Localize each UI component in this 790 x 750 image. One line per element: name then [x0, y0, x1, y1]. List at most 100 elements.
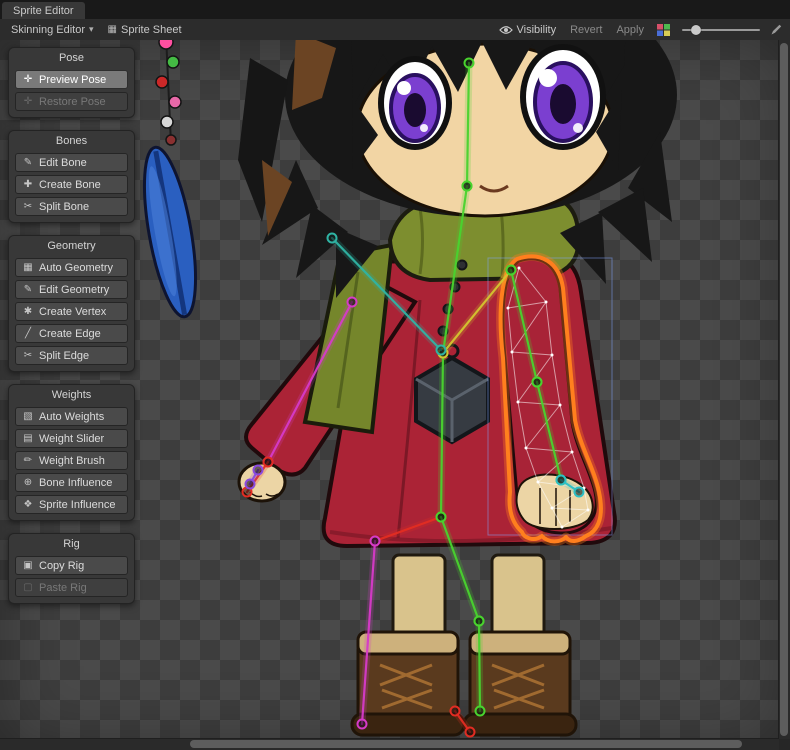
auto-geometry-button[interactable]: ▦ Auto Geometry: [15, 258, 128, 277]
scrollbar-corner: [779, 739, 790, 750]
copy-rig-icon: ▣: [22, 560, 34, 571]
auto-geometry-icon: ▦: [22, 262, 34, 273]
chevron-down-icon: ▾: [89, 24, 94, 35]
tool-label: Weight Brush: [39, 455, 105, 467]
panel-title: Geometry: [15, 238, 128, 255]
bone-leg-left[interactable]: [358, 537, 380, 729]
bone-thigh-right[interactable]: [437, 513, 484, 626]
skinning-editor-dropdown[interactable]: Skinning Editor ▾: [4, 19, 101, 40]
auto-weights-icon: ▧: [22, 411, 34, 422]
split-edge-button[interactable]: ✂ Split Edge: [15, 346, 128, 365]
paste-rig-icon: ▢: [22, 582, 34, 593]
split-bone-icon: ✂: [22, 201, 34, 212]
revert-label: Revert: [570, 24, 602, 36]
panel-rig: Rig ▣ Copy Rig ▢Paste Rig: [8, 533, 135, 604]
sprite-editor-window: Sprite Editor Skinning Editor ▾ ▦ Sprite…: [0, 0, 790, 750]
panel-weights: Weights ▧ Auto Weights ▤ Weight Slider ✏ Weigh…: [8, 384, 135, 521]
apply-button[interactable]: Apply: [609, 19, 651, 40]
panel-geometry: Geometry ▦ Auto Geometry ✎ Edit Geometry ✱ Cre…: [8, 235, 135, 372]
revert-button[interactable]: Revert: [563, 19, 609, 40]
edit-bone-button[interactable]: ✎ Edit Bone: [15, 153, 128, 172]
tool-label: Restore Pose: [39, 96, 106, 108]
skinning-editor-label: Skinning Editor: [11, 24, 85, 36]
sprite-influence-icon: ❖: [22, 499, 34, 510]
tool-panels: Pose ✛ Preview Pose ✛ Restore Pose Bones ✎ Edit…: [8, 47, 135, 604]
panel-title: Rig: [15, 536, 128, 553]
tool-label: Weight Slider: [39, 433, 104, 445]
eye-icon: [499, 25, 513, 35]
weight-brush-icon: ✏: [22, 455, 34, 466]
create-bone-button[interactable]: ✚ Create Bone: [15, 175, 128, 194]
bone-spine-upper[interactable]: [439, 182, 472, 358]
split-edge-icon: ✂: [22, 350, 34, 361]
tool-label: Create Edge: [39, 328, 101, 340]
visibility-label: Visibility: [517, 24, 557, 36]
pencil-icon[interactable]: [770, 24, 782, 36]
tool-label: Edit Geometry: [39, 284, 109, 296]
preview-pose-icon: ✛: [22, 74, 34, 85]
panel-pose: Pose ✛ Preview Pose ✛ Restore Pose: [8, 47, 135, 118]
vertical-scrollbar[interactable]: [778, 40, 790, 739]
restore-pose-button: ✛ Restore Pose: [15, 92, 128, 111]
visibility-toggle[interactable]: Visibility: [492, 19, 564, 40]
bone-hand-right[interactable]: [557, 476, 584, 497]
edit-bone-icon: ✎: [22, 157, 34, 168]
color-mode-icon[interactable]: [657, 24, 670, 36]
panel-title: Weights: [15, 387, 128, 404]
bone-spine-lower[interactable]: [437, 349, 448, 522]
copy-rig-button[interactable]: ▣ Copy Rig: [15, 556, 128, 575]
panel-bones: Bones ✎ Edit Bone ✚ Create Bone ✂ Split Bone: [8, 130, 135, 223]
create-edge-icon: ╱: [22, 328, 34, 339]
tool-label: Create Bone: [39, 179, 101, 191]
horizontal-scrollbar-thumb[interactable]: [190, 740, 742, 748]
sprite-influence-button[interactable]: ❖Sprite Influence: [15, 495, 128, 514]
zoom-slider-knob[interactable]: [691, 25, 701, 35]
preview-pose-button[interactable]: ✛ Preview Pose: [15, 70, 128, 89]
auto-weights-button[interactable]: ▧ Auto Weights: [15, 407, 128, 426]
apply-label: Apply: [616, 24, 644, 36]
edit-geometry-button[interactable]: ✎ Edit Geometry: [15, 280, 128, 299]
canvas-viewport[interactable]: Pose ✛ Preview Pose ✛ Restore Pose Bones ✎ Edit…: [0, 40, 790, 750]
sprite-sheet-button[interactable]: ▦ Sprite Sheet: [101, 19, 189, 40]
tool-label: Bone Influence: [39, 477, 112, 489]
bone-shin-right[interactable]: [475, 617, 485, 716]
panel-title: Bones: [15, 133, 128, 150]
sprite-sheet-label: Sprite Sheet: [121, 24, 182, 36]
tool-label: Split Edge: [39, 350, 89, 362]
create-edge-button[interactable]: ╱ Create Edge: [15, 324, 128, 343]
paste-rig-button: ▢Paste Rig: [15, 578, 128, 597]
tool-label: Auto Weights: [39, 411, 104, 423]
vertical-scrollbar-thumb[interactable]: [780, 43, 788, 736]
bone-hip[interactable]: [371, 513, 446, 546]
bone-shoulder-left[interactable]: [328, 234, 446, 355]
edit-geometry-icon: ✎: [22, 284, 34, 295]
bone-forearm-right[interactable]: [533, 378, 566, 485]
horizontal-scrollbar[interactable]: [0, 738, 779, 750]
tool-label: Create Vertex: [39, 306, 106, 318]
bone-neck[interactable]: [463, 59, 474, 191]
weight-brush-button[interactable]: ✏ Weight Brush: [15, 451, 128, 470]
create-vertex-icon: ✱: [22, 306, 34, 317]
bone-upper-arm-left[interactable]: [264, 298, 357, 467]
split-bone-button[interactable]: ✂ Split Bone: [15, 197, 128, 216]
bone-influence-icon: ⊕: [22, 477, 34, 488]
grid-icon: ▦: [108, 24, 117, 35]
panel-title: Pose: [15, 50, 128, 67]
tool-label: Auto Geometry: [39, 262, 113, 274]
weight-slider-button[interactable]: ▤ Weight Slider: [15, 429, 128, 448]
bone-foot[interactable]: [451, 707, 475, 737]
toolbar: Skinning Editor ▾ ▦ Sprite Sheet Visibil…: [0, 19, 790, 41]
tool-label: Edit Bone: [39, 157, 87, 169]
create-vertex-button[interactable]: ✱ Create Vertex: [15, 302, 128, 321]
restore-pose-icon: ✛: [22, 96, 34, 107]
bone-influence-button[interactable]: ⊕ Bone Influence: [15, 473, 128, 492]
create-bone-icon: ✚: [22, 179, 34, 190]
tool-label: Split Bone: [39, 201, 89, 213]
tool-label: Preview Pose: [39, 74, 106, 86]
tool-label: Copy Rig: [39, 560, 84, 572]
bone-upper-arm-right[interactable]: [507, 266, 542, 387]
zoom-slider[interactable]: [682, 23, 760, 37]
window-tab-bar: Sprite Editor: [0, 0, 790, 19]
weight-slider-icon: ▤: [22, 433, 34, 444]
tab-sprite-editor[interactable]: Sprite Editor: [2, 2, 85, 19]
